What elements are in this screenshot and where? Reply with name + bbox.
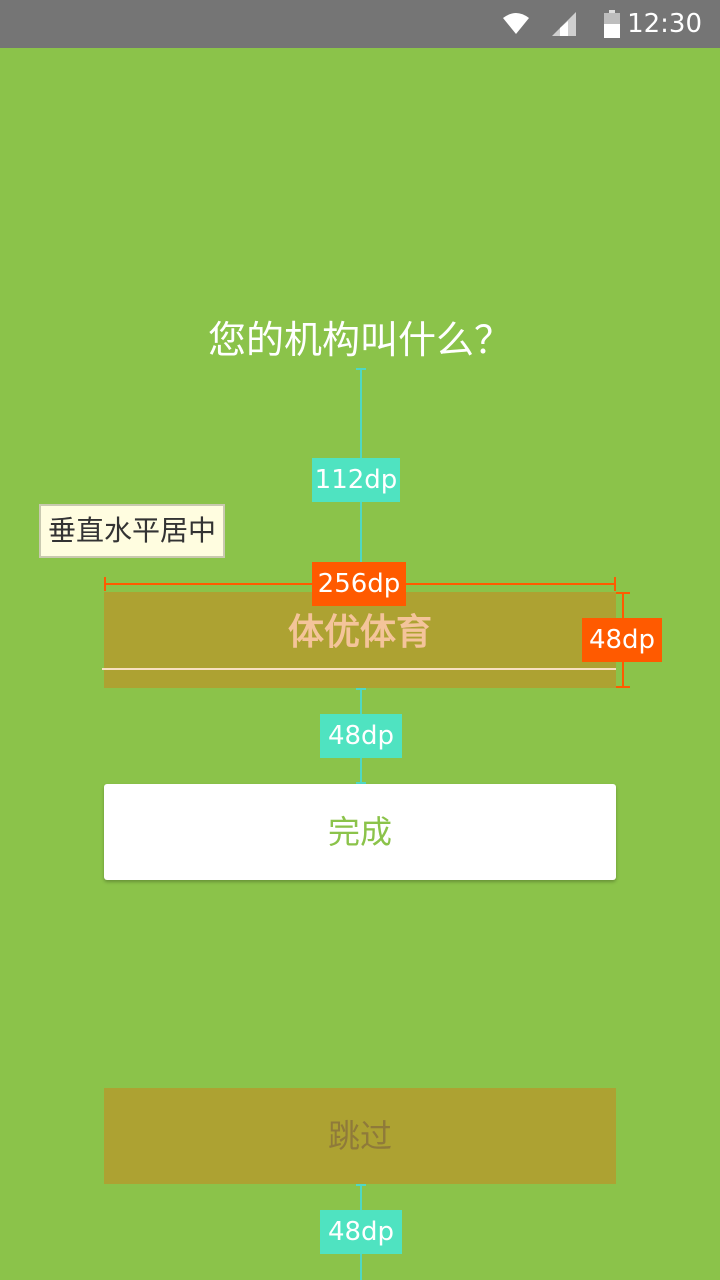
spacing-label-48: 48dp [320, 714, 402, 758]
skip-button[interactable]: 跳过 [104, 1088, 616, 1184]
input-value: 体优体育 [287, 612, 432, 653]
height-label-48: 48dp [582, 618, 662, 662]
status-bar: 12:30 [0, 0, 720, 48]
status-time: 12:30 [627, 9, 702, 39]
spacing-guide-tick [356, 688, 366, 690]
width-dimension-end [104, 577, 106, 591]
width-dimension-end [614, 577, 616, 591]
width-label-256: 256dp [312, 562, 406, 606]
spacing-label-112: 112dp [312, 458, 400, 502]
annotation-note: 垂直水平居中 [39, 504, 225, 558]
height-dimension-end [616, 686, 630, 688]
spacing-guide-tick [356, 368, 366, 370]
signal-icon [552, 12, 576, 36]
spacing-label-48-bottom: 48dp [320, 1210, 402, 1254]
done-button[interactable]: 完成 [104, 784, 616, 880]
page-title: 您的机构叫什么？ [207, 318, 512, 362]
input-underline [102, 668, 616, 670]
spacing-guide-tick [356, 1184, 366, 1186]
wifi-icon [503, 13, 529, 34]
organization-name-input[interactable]: 体优体育 [102, 592, 616, 688]
height-dimension-end [616, 592, 630, 594]
battery-icon [604, 10, 620, 38]
